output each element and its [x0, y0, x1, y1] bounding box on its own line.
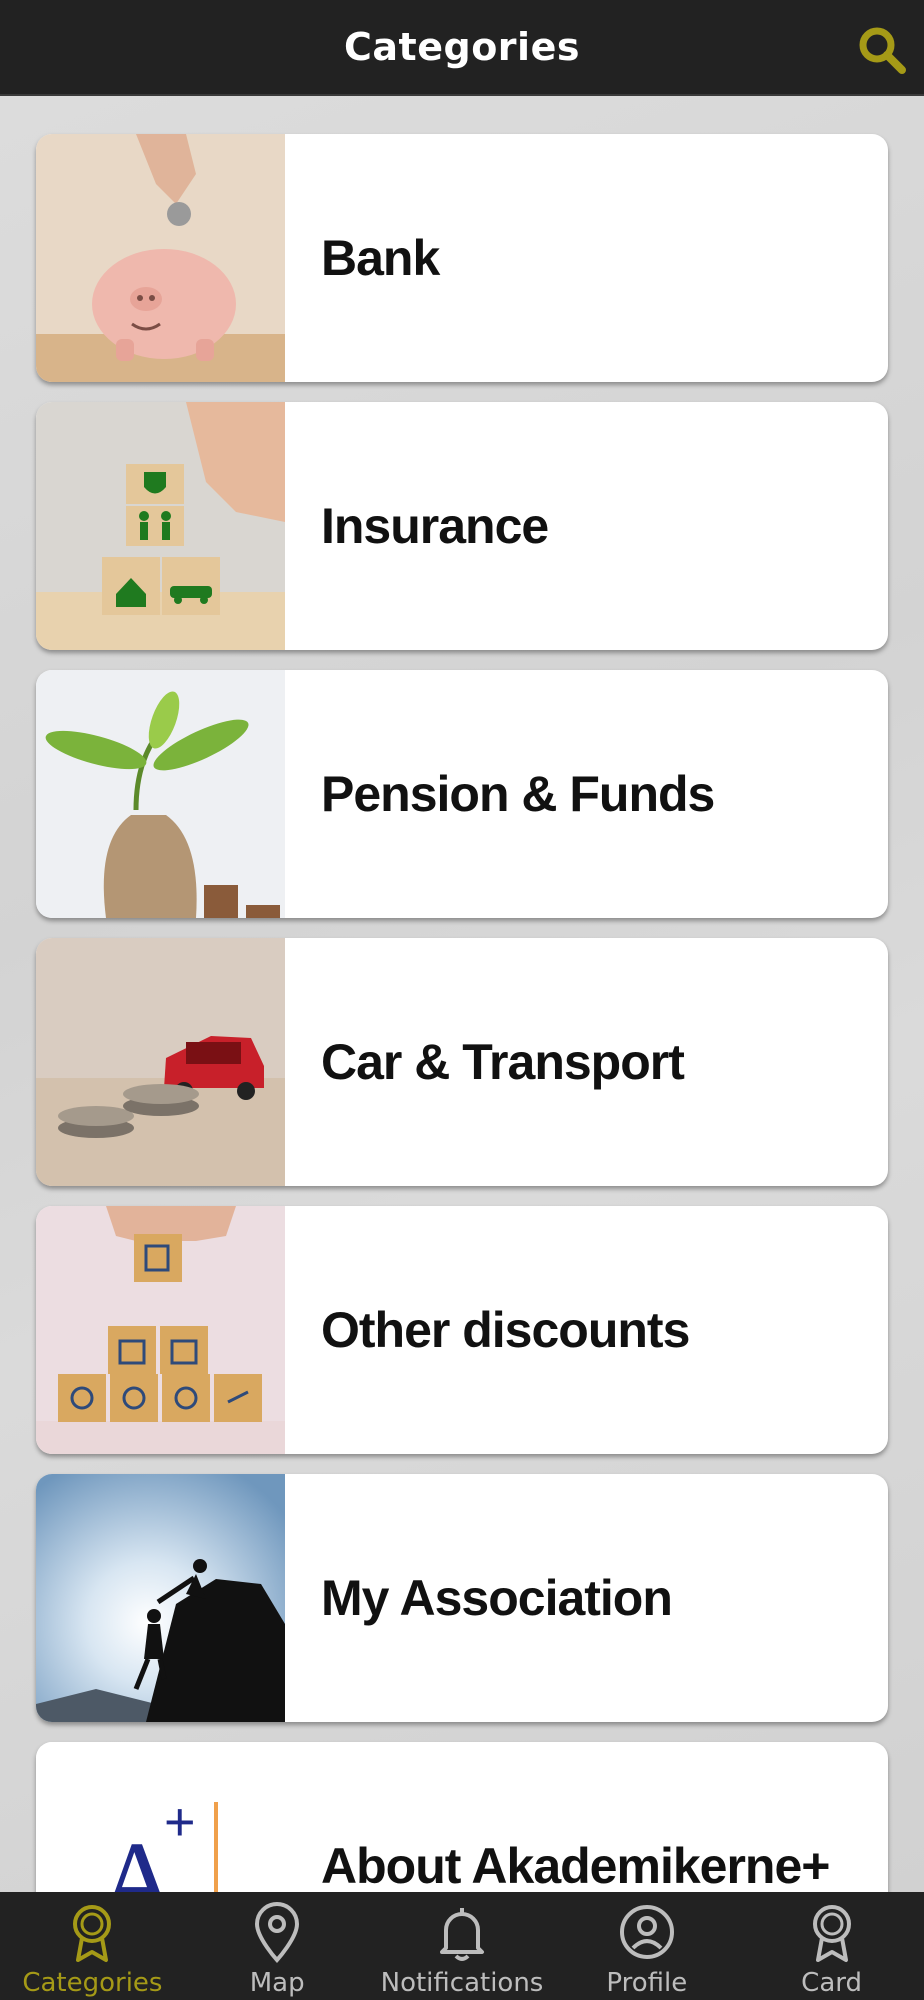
category-card-bank[interactable]: Bank: [36, 134, 888, 382]
plant-money-bag-image: [36, 670, 285, 918]
nav-label: Card: [801, 1968, 862, 1998]
nav-item-card[interactable]: Card: [739, 1892, 924, 2000]
discount-blocks-image: [36, 1206, 285, 1454]
page-title: Categories: [344, 25, 580, 69]
category-label: Other discounts: [321, 1302, 690, 1358]
category-label: Pension & Funds: [321, 766, 715, 822]
nav-item-notifications[interactable]: Notifications: [370, 1892, 555, 2000]
category-card-about-akademikerne[interactable]: A + About Akademikerne+: [36, 1742, 888, 1892]
climbers-silhouette-image: [36, 1474, 285, 1722]
category-card-car-transport[interactable]: Car & Transport: [36, 938, 888, 1186]
svg-text:+: +: [164, 1792, 196, 1852]
nav-item-profile[interactable]: Profile: [554, 1892, 739, 2000]
category-card-other-discounts[interactable]: Other discounts: [36, 1206, 888, 1454]
piggy-bank-image: [36, 134, 285, 382]
badge-icon: [73, 1905, 112, 1962]
top-app-bar: Categories: [0, 0, 924, 96]
category-label: Insurance: [321, 498, 549, 554]
nav-item-map[interactable]: Map: [185, 1892, 370, 2000]
nav-label: Profile: [606, 1968, 688, 1998]
nav-label: Map: [249, 1968, 305, 1998]
search-icon[interactable]: [854, 22, 910, 78]
nav-label: Categories: [22, 1968, 163, 1998]
card-badge-icon: [812, 1905, 851, 1962]
category-card-insurance[interactable]: Insurance: [36, 402, 888, 650]
category-list: Bank Insurance Pension & Funds Car & Tra…: [0, 96, 924, 1892]
insurance-blocks-image: [36, 402, 285, 650]
nav-item-categories[interactable]: Categories: [0, 1892, 185, 2000]
bottom-navigation: Categories Map Notifications Profile Car…: [0, 1892, 924, 2000]
category-card-pension-funds[interactable]: Pension & Funds: [36, 670, 888, 918]
toy-car-coins-image: [36, 938, 285, 1186]
category-label: Bank: [321, 230, 440, 286]
akademikerne-logo-image: A +: [36, 1742, 285, 1892]
profile-icon: [619, 1905, 674, 1959]
nav-label: Notifications: [380, 1968, 544, 1998]
map-pin-icon: [255, 1902, 300, 1963]
bell-icon: [439, 1908, 484, 1961]
category-card-my-association[interactable]: My Association: [36, 1474, 888, 1722]
category-label: About Akademikerne+: [321, 1838, 830, 1892]
category-label: My Association: [321, 1570, 673, 1626]
category-label: Car & Transport: [321, 1034, 685, 1090]
